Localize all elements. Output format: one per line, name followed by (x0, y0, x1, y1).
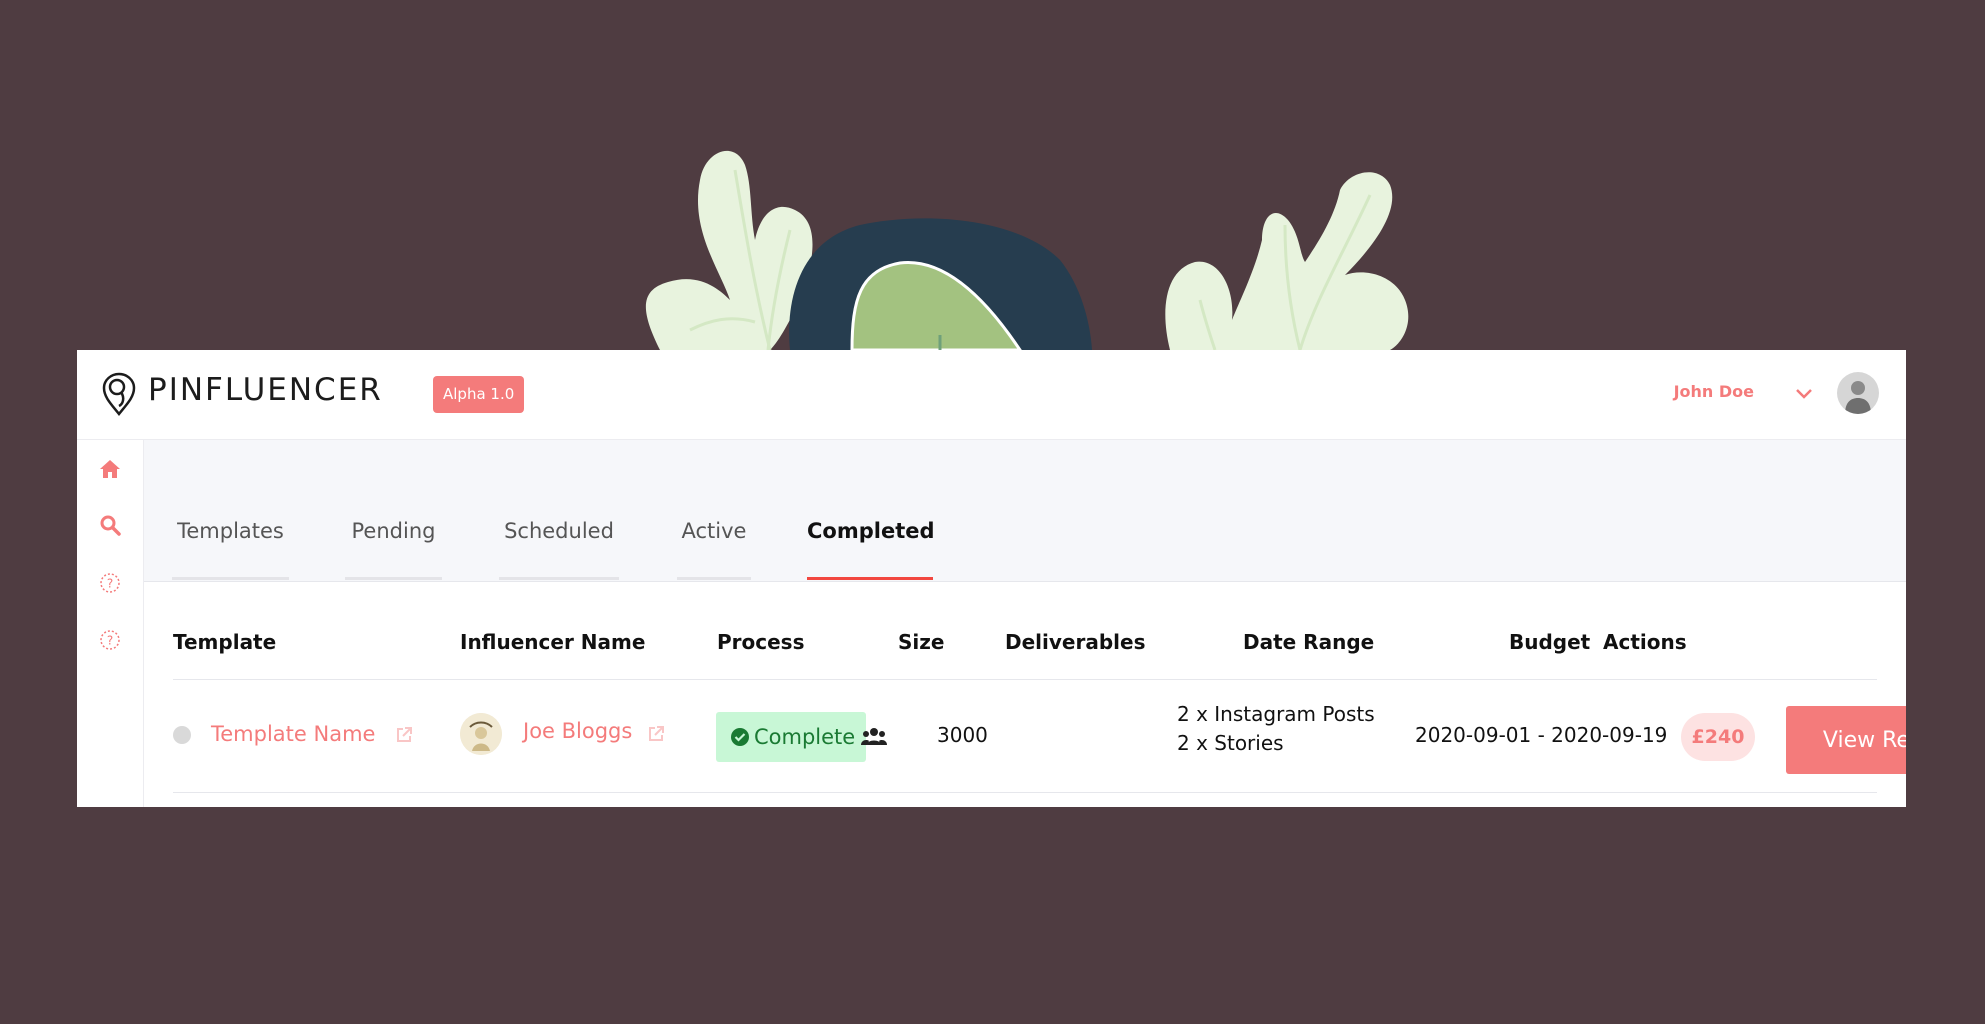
search-icon[interactable] (98, 513, 122, 537)
date-range-value: 2020-09-01 - 2020-09-19 (1415, 723, 1668, 747)
external-link-icon[interactable] (646, 724, 666, 744)
user-avatar[interactable] (1837, 372, 1879, 414)
row-status-dot (173, 726, 191, 744)
pin-logo-icon (102, 372, 136, 416)
column-header-influencer-name[interactable]: Influencer Name (460, 630, 645, 654)
version-badge: Alpha 1.0 (433, 376, 525, 413)
top-bar: PINFLUENCER Alpha 1.0 John Doe (77, 350, 1906, 440)
help-icon[interactable]: ? (98, 628, 122, 652)
home-icon[interactable] (98, 457, 122, 481)
check-circle-icon (731, 728, 749, 746)
column-header-budget[interactable]: Budget (1509, 630, 1590, 654)
status-badge: Complete (716, 712, 866, 762)
user-menu-name[interactable]: John Doe (1674, 382, 1754, 401)
app-window: PINFLUENCER Alpha 1.0 John Doe ? ? Templ… (77, 350, 1906, 807)
help-icon[interactable]: ? (98, 571, 122, 595)
svg-text:?: ? (107, 577, 113, 591)
external-link-icon[interactable] (394, 725, 414, 745)
tab-completed[interactable]: Completed (807, 514, 935, 580)
column-header-process[interactable]: Process (717, 630, 805, 654)
template-name-link[interactable]: Template Name (211, 722, 375, 746)
influencer-name-link[interactable]: Joe Bloggs (523, 719, 632, 743)
main-content: Templates Pending Scheduled Active Compl… (144, 440, 1906, 807)
app-logo-text: PINFLUENCER (148, 372, 383, 408)
deliverable-item: 2 x Instagram Posts (1177, 702, 1375, 726)
column-header-date-range[interactable]: Date Range (1243, 630, 1374, 654)
status-label: Complete (754, 725, 856, 749)
sidebar: ? ? (77, 440, 144, 807)
table-header: Template Influencer Name Process Size De… (173, 630, 1877, 664)
view-report-button[interactable]: View Report (1786, 706, 1906, 774)
size-value: 3000 (937, 723, 988, 747)
plant-illustration (645, 150, 1409, 350)
tab-scheduled[interactable]: Scheduled (499, 514, 619, 580)
tab-templates[interactable]: Templates (172, 514, 289, 580)
column-header-actions: Actions (1603, 630, 1687, 654)
influencer-avatar (460, 713, 502, 755)
table-row: Template Name Joe Bloggs Complete 3000 2… (173, 680, 1906, 792)
column-header-size[interactable]: Size (898, 630, 944, 654)
svg-text:?: ? (107, 634, 113, 648)
tab-pending[interactable]: Pending (345, 514, 442, 580)
chevron-down-icon[interactable] (1794, 384, 1814, 404)
deliverable-item: 2 x Stories (1177, 731, 1284, 755)
column-header-deliverables[interactable]: Deliverables (1005, 630, 1145, 654)
tab-bar: Templates Pending Scheduled Active Compl… (144, 440, 1906, 582)
column-header-template[interactable]: Template (173, 630, 276, 654)
budget-badge: £240 (1681, 713, 1755, 761)
users-icon (861, 728, 887, 745)
tab-active[interactable]: Active (677, 514, 751, 580)
row-divider (173, 792, 1877, 793)
